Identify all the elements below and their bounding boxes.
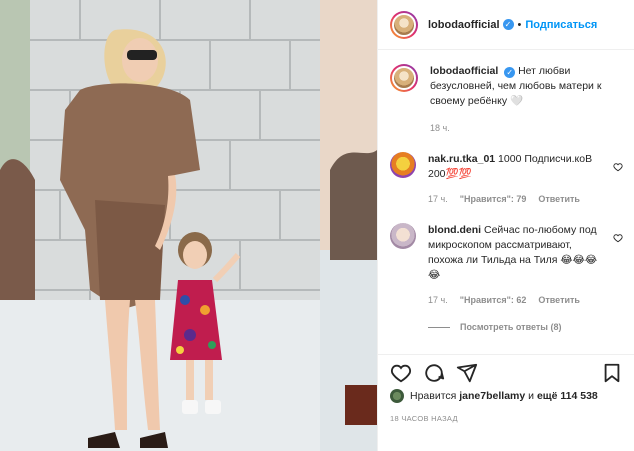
liker-avatar[interactable] [390, 389, 404, 403]
comment-username[interactable]: nak.ru.tka_01 [428, 153, 495, 165]
reply-button[interactable]: Ответить [538, 293, 580, 308]
action-bar [378, 354, 634, 390]
follow-button[interactable]: Подписаться [525, 19, 597, 31]
author-username[interactable]: lobodaofficial [428, 19, 500, 31]
comments-list[interactable]: lobodaofficial ✓ Нет любви безусловней, … [378, 50, 634, 354]
caption-time: 18 ч. [430, 123, 450, 133]
caption: lobodaofficial ✓ Нет любви безусловней, … [390, 64, 623, 136]
post-header: lobodaofficial ✓ • Подписаться [378, 0, 634, 50]
comment-username[interactable]: blond.deni [428, 224, 481, 236]
comment-heart-icon[interactable] [613, 162, 623, 172]
post-timestamp[interactable]: 18 ЧАСОВ НАЗАД [390, 414, 458, 423]
comment-time: 17 ч. [428, 194, 448, 204]
commenter-avatar[interactable] [390, 223, 416, 249]
post-image [0, 0, 377, 451]
comment-heart-icon[interactable] [613, 233, 623, 243]
heart-icon[interactable] [390, 362, 412, 384]
post-photo[interactable] [0, 0, 377, 451]
likes-count[interactable]: ещё 114 538 [537, 390, 598, 402]
verified-badge-icon: ✓ [502, 19, 514, 30]
comment-icon[interactable] [423, 362, 445, 384]
post-side-panel: lobodaofficial ✓ • Подписаться lobodaoff… [377, 0, 634, 451]
caption-avatar[interactable] [390, 64, 418, 92]
likes-summary: Нравится jane7bellamy и ещё 114 538 [390, 389, 598, 403]
comment-likes[interactable]: "Нравится": 79 [460, 192, 527, 207]
caption-username[interactable]: lobodaofficial [430, 65, 498, 77]
comment-item: nak.ru.tka_01 1000 Подписчи.коВ 200💯💯 17… [390, 152, 623, 207]
verified-badge-icon: ✓ [504, 67, 516, 78]
author-avatar[interactable] [390, 10, 418, 39]
liker-username[interactable]: jane7bellamy [459, 390, 525, 402]
likes-prefix: Нравится [410, 390, 457, 402]
reply-button[interactable]: Ответить [538, 192, 580, 207]
view-replies-label: Посмотреть ответы (8) [460, 322, 562, 332]
comment-time: 17 ч. [428, 295, 448, 305]
replies-divider [428, 326, 450, 328]
commenter-avatar[interactable] [390, 152, 416, 178]
header-separator: • [517, 18, 522, 31]
comment-likes[interactable]: "Нравится": 62 [460, 293, 527, 308]
share-icon[interactable] [456, 362, 478, 384]
likes-middle: и [528, 390, 535, 402]
view-replies-button[interactable]: Посмотреть ответы (8) [428, 322, 623, 332]
comment-item: blond.deni Сейчас по-любому под микроско… [390, 223, 623, 308]
bookmark-icon[interactable] [601, 362, 623, 384]
